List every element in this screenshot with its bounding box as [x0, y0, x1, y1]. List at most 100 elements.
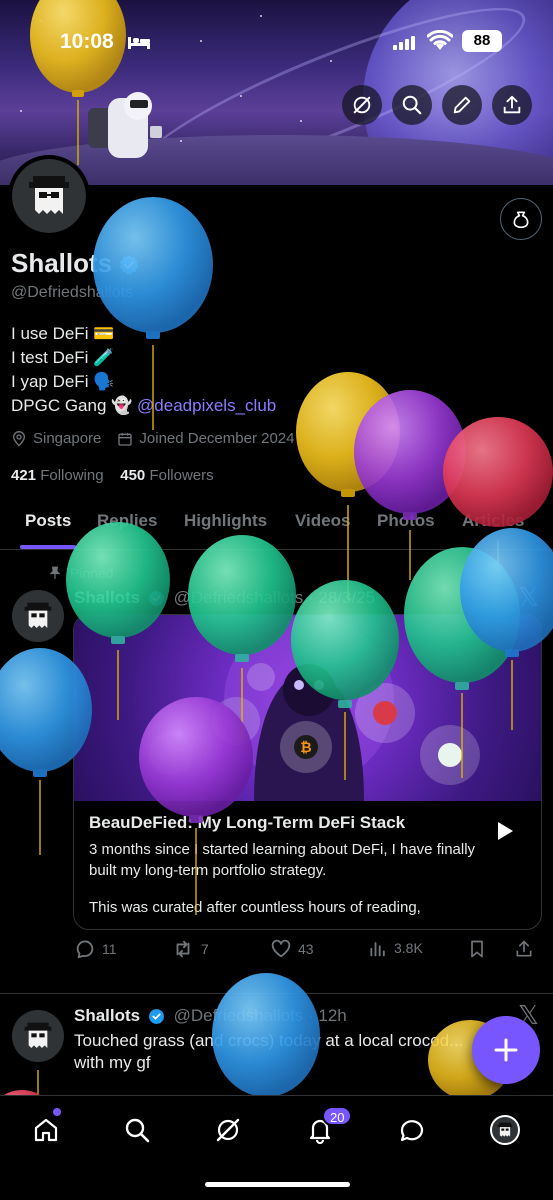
cellular-signal-icon	[393, 36, 415, 50]
reply-count: 11	[102, 941, 117, 957]
following-link[interactable]: 421 Following	[11, 467, 104, 484]
status-bar: 10:08 88	[0, 0, 553, 80]
tab-photos[interactable]: Photos	[377, 511, 435, 531]
post-handle-time: @Defriedshallots · 12h	[173, 1006, 347, 1025]
ghost-avatar-icon	[24, 602, 52, 628]
location-icon	[12, 430, 26, 447]
ghost-avatar-icon	[24, 1022, 52, 1048]
messages-icon	[400, 1120, 424, 1142]
balloon	[296, 372, 400, 600]
edit-profile-button[interactable]	[442, 85, 482, 125]
profile-name: Shallots	[11, 248, 140, 279]
like-button[interactable]: 43	[270, 938, 314, 960]
article-card[interactable]: ₿ BeauDeFied: My Long-Term DeFi Stack 3 …	[73, 614, 542, 930]
tip-jar-button[interactable]	[500, 198, 542, 240]
bookmark-icon	[471, 940, 483, 958]
second-post-header: Shallots @Defriedshallots · 12h	[74, 1006, 347, 1026]
views-button[interactable]: 3.8K	[368, 938, 423, 958]
post-avatar[interactable]	[12, 590, 64, 642]
article-cover-image: ₿	[74, 615, 541, 801]
home-unread-dot	[53, 1108, 61, 1116]
svg-text:₿: ₿	[300, 739, 311, 755]
tip-jar-icon	[513, 211, 529, 229]
pinned-post-header: Shallots @Defriedshallots · 28/3/25	[74, 588, 375, 608]
post-avatar[interactable]	[12, 1010, 64, 1062]
profile-bio: I use DeFi 💳 I test DeFi 🧪 I yap DeFi 🗣️…	[11, 322, 276, 418]
share-icon	[503, 95, 521, 114]
tab-articles[interactable]: Articles	[462, 511, 524, 531]
home-icon	[34, 1118, 58, 1142]
share-post-button[interactable]	[514, 938, 534, 960]
post-handle-time: @Defriedshallots · 28/3/25	[173, 588, 376, 607]
grok-icon	[353, 96, 371, 114]
repost-button[interactable]: 7	[171, 938, 209, 960]
status-time: 10:08	[60, 30, 114, 53]
balloon	[354, 390, 466, 580]
article-excerpt-1: 3 months since I started learning about …	[89, 841, 476, 879]
repost-count: 7	[201, 941, 209, 957]
banner-astronaut	[88, 92, 162, 158]
post-author-name[interactable]: Shallots	[74, 588, 140, 607]
post-author-name[interactable]: Shallots	[74, 1006, 140, 1025]
search-button[interactable]	[392, 85, 432, 125]
like-count: 43	[298, 941, 314, 957]
search-icon	[402, 95, 422, 115]
reply-icon	[76, 940, 94, 959]
tab-videos[interactable]: Videos	[295, 511, 350, 531]
location: Singapore	[11, 430, 101, 447]
play-icon	[498, 822, 513, 840]
bio-line-3: I yap DeFi 🗣️	[11, 372, 115, 391]
ghost-avatar-icon	[497, 1122, 513, 1137]
bookmark-button[interactable]	[467, 938, 487, 960]
compose-button[interactable]	[472, 1016, 540, 1084]
following-label: Following	[40, 467, 104, 484]
tab-highlights[interactable]: Highlights	[184, 511, 267, 531]
joined-date: Joined December 2024	[117, 430, 295, 447]
ghost-avatar-icon	[29, 176, 69, 214]
follow-counts: 421 Following 450 Followers	[11, 467, 214, 484]
profile-avatar[interactable]	[8, 155, 90, 237]
tab-replies[interactable]: Replies	[97, 511, 157, 531]
bio-line-4-text: DPGC Gang 👻	[11, 396, 138, 415]
profile-name-text: Shallots	[11, 248, 113, 278]
article-excerpt: 3 months since I started learning about …	[89, 839, 479, 918]
tab-posts[interactable]: Posts	[25, 511, 71, 531]
play-button[interactable]	[482, 808, 528, 854]
profile-handle: @Defriedshallots	[11, 284, 134, 301]
joined-text: Joined December 2024	[139, 430, 295, 447]
grok-icon	[216, 1118, 240, 1142]
battery-indicator: 88	[462, 30, 502, 52]
article-excerpt-2: This was curated after countless hours o…	[89, 899, 421, 916]
profile-tabs: Posts Replies Highlights Videos Photos A…	[0, 498, 553, 550]
reply-button[interactable]: 11	[74, 938, 117, 960]
grok-post-icon[interactable]: 𝕏	[518, 582, 539, 613]
nav-profile[interactable]	[485, 1110, 525, 1150]
article-title: BeauDeFied: My Long-Term DeFi Stack	[89, 813, 406, 832]
pin-icon	[49, 566, 61, 579]
pinned-label: Pinned	[48, 565, 114, 581]
grok-button[interactable]	[342, 85, 382, 125]
pinned-text: Pinned	[70, 565, 114, 581]
share-button[interactable]	[492, 85, 532, 125]
profile-screen: 10:08 88 Shallots @Defriedshallots I use…	[0, 0, 553, 1200]
edit-icon	[453, 96, 471, 114]
nav-home[interactable]	[26, 1110, 66, 1150]
nav-grok[interactable]	[208, 1110, 248, 1150]
location-text: Singapore	[33, 430, 102, 447]
second-post-text: Touched grass (and crocs) today at a loc…	[74, 1031, 464, 1072]
post-actions: 11 7 43 3.8K	[74, 938, 542, 964]
repost-icon	[176, 940, 190, 958]
followers-link[interactable]: 450 Followers	[120, 467, 213, 484]
bio-mention-link[interactable]: @deadpixels_club	[137, 396, 276, 415]
home-indicator	[205, 1182, 350, 1187]
wifi-icon	[427, 30, 453, 50]
nav-messages[interactable]	[392, 1110, 432, 1150]
like-icon	[271, 939, 291, 958]
search-icon	[125, 1118, 150, 1143]
views-icon	[370, 942, 385, 957]
verified-badge-icon[interactable]	[118, 254, 140, 276]
verified-badge-icon	[148, 1009, 164, 1024]
nav-search[interactable]	[117, 1110, 157, 1150]
calendar-icon	[118, 432, 133, 446]
following-count: 421	[11, 467, 37, 484]
